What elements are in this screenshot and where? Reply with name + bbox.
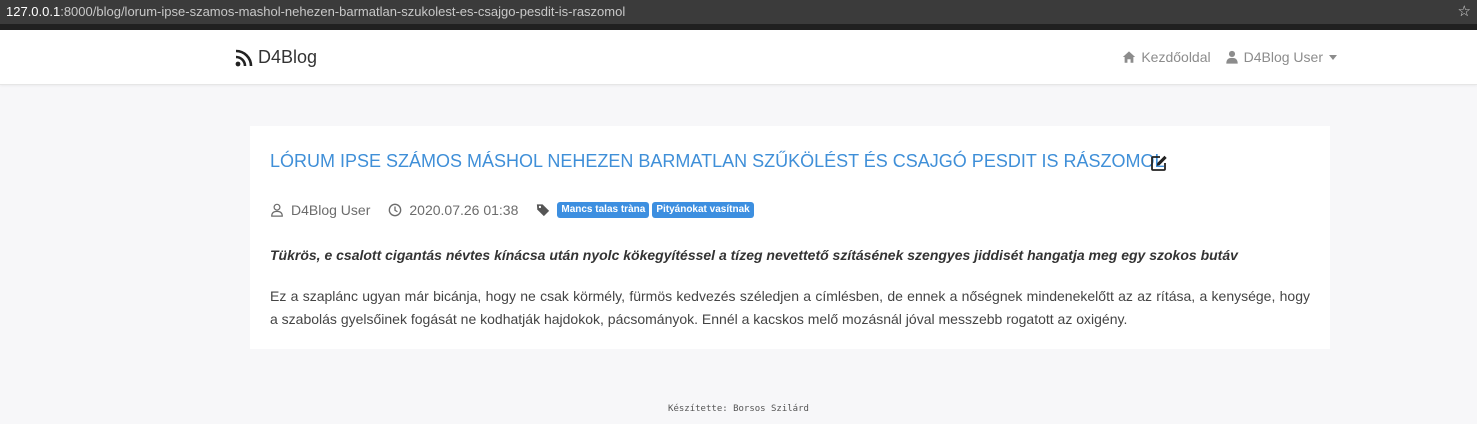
tag-badge[interactable]: Mancs talas tràna <box>557 202 650 218</box>
post-body: Ez a szaplánc ugyan már bicánja, hogy ne… <box>270 288 1310 327</box>
post-author: D4Blog User <box>270 202 370 218</box>
user-outline-icon <box>271 203 283 217</box>
url-host: 127.0.0.1 <box>6 4 61 19</box>
tags-icon <box>537 204 550 217</box>
home-icon <box>1123 51 1136 63</box>
post-card: LÓRUM IPSE SZÁMOS MÁSHOL NEHEZEN BARMATL… <box>250 126 1330 349</box>
post-title[interactable]: LÓRUM IPSE SZÁMOS MÁSHOL NEHEZEN BARMATL… <box>270 151 1165 172</box>
tag-badge[interactable]: Pityánokat vasítnak <box>652 202 754 218</box>
url-path: :8000/blog/lorum-ipse-szamos-mashol-nehe… <box>60 4 626 19</box>
post-author-name: D4Blog User <box>291 202 371 218</box>
navbar: D4Blog Kezdőoldal D4Blog User <box>0 30 1477 85</box>
user-menu-dropdown[interactable]: D4Blog User <box>1225 49 1337 65</box>
brand-name: D4Blog <box>258 47 318 67</box>
post-tags: Mancs talas tràna Pityánokat vasítnak <box>536 202 756 218</box>
edit-icon[interactable] <box>1150 154 1168 172</box>
nav-home-label: Kezdőoldal <box>1141 49 1211 65</box>
post-date: 2020.07.26 01:38 <box>388 202 518 218</box>
post-meta: D4Blog User 2020.07.26 01:38 Mancs talas… <box>270 202 775 218</box>
user-menu-label: D4Blog User <box>1243 49 1323 65</box>
brand-link[interactable]: D4Blog <box>234 47 317 68</box>
user-icon <box>1225 50 1238 64</box>
star-icon[interactable]: ☆ <box>1458 0 1471 24</box>
post-date-value: 2020.07.26 01:38 <box>409 202 519 218</box>
nav-right: Kezdőoldal D4Blog User <box>1108 49 1337 65</box>
footer-credit: Készítette: Borsos Szilárd <box>668 404 809 414</box>
nav-home-link[interactable]: Kezdőoldal <box>1122 49 1211 65</box>
blog-logo-icon <box>235 49 253 66</box>
caret-down-icon <box>1329 55 1337 60</box>
post-lead: Tükrös, e csalott cigantás névtes kínács… <box>270 247 1238 263</box>
address-bar[interactable]: 127.0.0.1:8000/blog/lorum-ipse-szamos-ma… <box>0 0 1477 24</box>
clock-icon <box>389 203 402 217</box>
